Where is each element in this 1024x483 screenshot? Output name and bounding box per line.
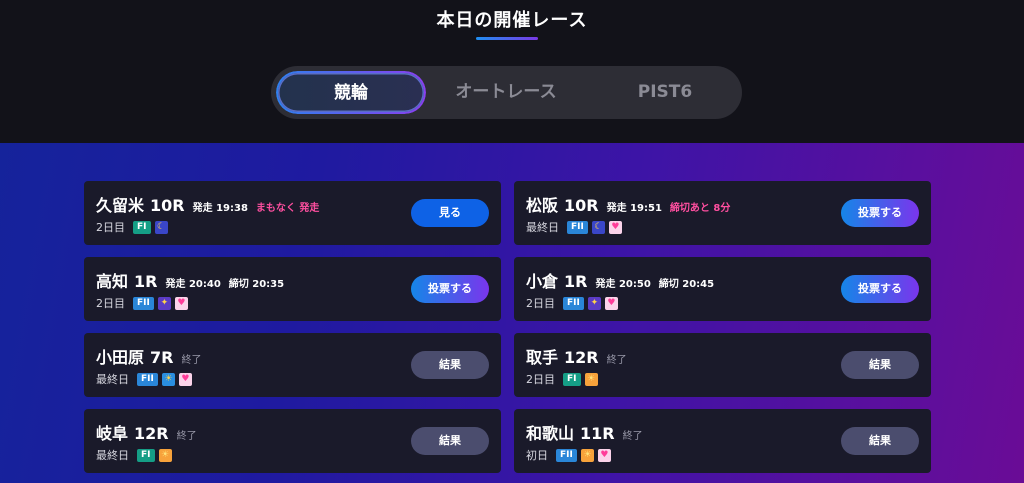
grade-badge: FI <box>133 220 151 234</box>
meet-day: 2日目 <box>526 297 555 310</box>
race-info: 初日 FII ☀ ♥ <box>526 447 611 463</box>
sport-tabs: 競輪 オートレース PIST6 <box>271 66 742 119</box>
tab-autorace[interactable]: オートレース <box>431 72 581 113</box>
race-title: 久留米 10R 発走 19:38 まもなく 発走 <box>96 192 319 216</box>
race-info: 最終日 FII ☾ ♥ <box>526 219 622 235</box>
race-card[interactable]: 岐阜 12R 終了 最終日 FI ☀ 結果 <box>84 409 501 473</box>
race-info: 2日目 FI ☾ <box>96 219 168 235</box>
watch-button[interactable]: 見る <box>411 199 489 227</box>
meet-day: 2日目 <box>96 297 125 310</box>
heart-icon: ♥ <box>604 296 618 310</box>
race-card[interactable]: 松阪 10R 発走 19:51 締切あと 8分 最終日 FII ☾ ♥ 投票する <box>514 181 931 245</box>
star-icon: ✦ <box>587 296 601 310</box>
venue-name: 高知 <box>96 272 129 291</box>
header-section: 本日の開催レース 競輪 オートレース PIST6 <box>0 0 1024 143</box>
race-number: 12R <box>134 424 169 443</box>
race-card[interactable]: 和歌山 11R 終了 初日 FII ☀ ♥ 結果 <box>514 409 931 473</box>
title-underline <box>476 37 538 40</box>
race-number: 12R <box>564 348 599 367</box>
race-status: 終了 <box>181 355 202 366</box>
morning-icon: ☀ <box>161 372 175 386</box>
heart-icon: ♥ <box>608 220 622 234</box>
race-title: 小田原 7R 終了 <box>96 344 201 368</box>
grade-badge: FI <box>563 372 581 386</box>
grade-badge: FII <box>567 220 588 234</box>
meet-day: 最終日 <box>96 449 129 462</box>
meet-day: 最終日 <box>526 221 559 234</box>
race-status: 終了 <box>176 431 197 442</box>
tab-keirin[interactable]: 競輪 <box>277 72 425 113</box>
race-info: 2日目 FI ☀ <box>526 371 598 387</box>
race-card[interactable]: 高知 1R 発走 20:40 締切 20:35 2日目 FII ✦ ♥ 投票する <box>84 257 501 321</box>
grade-badge: FII <box>133 296 154 310</box>
race-info: 2日目 FII ✦ ♥ <box>526 295 618 311</box>
race-card[interactable]: 小田原 7R 終了 最終日 FII ☀ ♥ 結果 <box>84 333 501 397</box>
sun-icon: ☀ <box>158 448 172 462</box>
race-title: 取手 12R 終了 <box>526 344 627 368</box>
race-number: 7R <box>150 348 174 367</box>
moon-icon: ☾ <box>591 220 605 234</box>
race-number: 10R <box>564 196 599 215</box>
venue-name: 取手 <box>526 348 559 367</box>
race-card[interactable]: 小倉 1R 発走 20:50 締切 20:45 2日目 FII ✦ ♥ 投票する <box>514 257 931 321</box>
start-time: 発走 19:38 <box>192 203 248 214</box>
race-title: 松阪 10R 発走 19:51 締切あと 8分 <box>526 192 730 216</box>
moon-icon: ☾ <box>154 220 168 234</box>
race-number: 1R <box>564 272 588 291</box>
vote-button[interactable]: 投票する <box>411 275 489 303</box>
page-title: 本日の開催レース <box>436 10 588 31</box>
heart-icon: ♥ <box>178 372 192 386</box>
sun-icon: ☀ <box>584 372 598 386</box>
sun-icon: ☀ <box>580 448 594 462</box>
race-status: 終了 <box>622 431 643 442</box>
grade-badge: FII <box>137 372 158 386</box>
result-button[interactable]: 結果 <box>841 427 919 455</box>
race-title: 小倉 1R 発走 20:50 締切 20:45 <box>526 268 714 292</box>
venue-name: 小田原 <box>96 348 145 367</box>
result-button[interactable]: 結果 <box>411 427 489 455</box>
grade-badge: FII <box>563 296 584 310</box>
deadline-time: 締切 20:45 <box>658 279 715 290</box>
race-title: 和歌山 11R 終了 <box>526 420 643 444</box>
race-info: 最終日 FII ☀ ♥ <box>96 371 192 387</box>
race-info: 2日目 FII ✦ ♥ <box>96 295 188 311</box>
race-title: 高知 1R 発走 20:40 締切 20:35 <box>96 268 284 292</box>
meet-day: 最終日 <box>96 373 129 386</box>
race-number: 1R <box>134 272 158 291</box>
race-card[interactable]: 取手 12R 終了 2日目 FI ☀ 結果 <box>514 333 931 397</box>
race-number: 10R <box>150 196 185 215</box>
venue-name: 和歌山 <box>526 424 575 443</box>
tab-pist6[interactable]: PIST6 <box>591 72 739 113</box>
start-time: 発走 20:50 <box>595 279 651 290</box>
start-time: 発走 20:40 <box>165 279 221 290</box>
race-status: 終了 <box>606 355 627 366</box>
race-title: 岐阜 12R 終了 <box>96 420 197 444</box>
result-button[interactable]: 結果 <box>841 351 919 379</box>
heart-icon: ♥ <box>174 296 188 310</box>
venue-name: 小倉 <box>526 272 559 291</box>
deadline-countdown: 締切あと 8分 <box>669 203 731 214</box>
grade-badge: FI <box>137 448 155 462</box>
meet-day: 2日目 <box>526 373 555 386</box>
vote-button[interactable]: 投票する <box>841 275 919 303</box>
deadline-time: 締切 20:35 <box>228 279 285 290</box>
race-status: まもなく 発走 <box>255 203 320 214</box>
grade-badge: FII <box>556 448 577 462</box>
venue-name: 久留米 <box>96 196 145 215</box>
result-button[interactable]: 結果 <box>411 351 489 379</box>
race-number: 11R <box>580 424 615 443</box>
venue-name: 松阪 <box>526 196 559 215</box>
star-icon: ✦ <box>157 296 171 310</box>
race-list-section: 久留米 10R 発走 19:38 まもなく 発走 2日目 FI ☾ 見る 松阪 10R 発… <box>0 143 1024 483</box>
meet-day: 2日目 <box>96 221 125 234</box>
venue-name: 岐阜 <box>96 424 129 443</box>
vote-button[interactable]: 投票する <box>841 199 919 227</box>
meet-day: 初日 <box>526 449 548 462</box>
start-time: 発走 19:51 <box>606 203 662 214</box>
race-card[interactable]: 久留米 10R 発走 19:38 まもなく 発走 2日目 FI ☾ 見る <box>84 181 501 245</box>
heart-icon: ♥ <box>597 448 611 462</box>
race-info: 最終日 FI ☀ <box>96 447 172 463</box>
